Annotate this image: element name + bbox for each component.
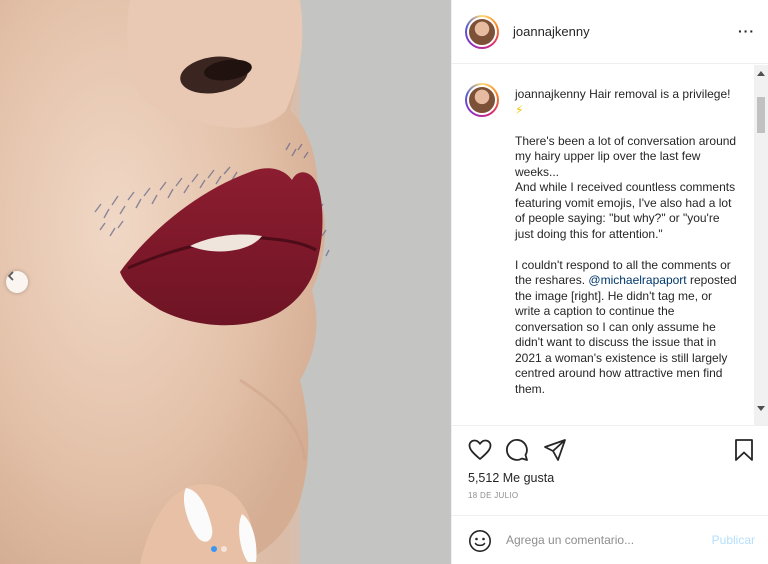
post-details-panel: joannajkenny ··· joannajkenny Hair remov… (451, 0, 768, 564)
emoji-button[interactable] (468, 529, 492, 558)
post-photo[interactable] (0, 0, 451, 564)
chevron-left-icon (8, 271, 14, 281)
caption-paragraph-2: And while I received countless comments … (515, 180, 736, 241)
scroll-thumb[interactable] (757, 97, 765, 133)
emoji-icon (469, 530, 491, 552)
caption-paragraph-3-end: reposted the image [right]. He didn't ta… (515, 273, 737, 396)
post-header: joannajkenny ··· (452, 0, 768, 64)
bookmark-icon (735, 439, 753, 461)
lightning-icon: ⚡ (515, 102, 524, 117)
caption-first-line: joannajkenny Hair removal is a privilege… (515, 87, 737, 118)
caption-title: Hair removal is a privilege! (589, 87, 731, 101)
comment-icon (506, 439, 528, 461)
mention-link[interactable]: @michaelrapaport (588, 273, 686, 287)
carousel-dot-2 (221, 546, 227, 552)
carousel-previous-button[interactable] (6, 271, 28, 293)
caption-paragraph: And while I received countless comments … (515, 180, 737, 242)
caption-avatar[interactable] (465, 83, 499, 117)
caption-scrollbar[interactable] (754, 65, 768, 425)
caption-paragraph-1: There's been a lot of conversation aroun… (515, 133, 737, 179)
caption-username[interactable]: joannajkenny (515, 87, 586, 101)
scroll-down-arrow[interactable] (757, 406, 765, 411)
lip-closeup-image (0, 0, 451, 564)
save-button[interactable] (734, 438, 754, 467)
likes-count[interactable]: 5,512 Me gusta (468, 471, 554, 485)
post-date[interactable]: 18 DE JULIO (468, 491, 518, 500)
more-options-button[interactable]: ··· (738, 23, 755, 39)
carousel-dot-1 (211, 546, 217, 552)
comment-button[interactable] (505, 438, 529, 467)
header-username[interactable]: joannajkenny (513, 24, 590, 39)
caption-paragraph: There's been a lot of conversation aroun… (515, 134, 737, 181)
share-icon (544, 439, 566, 461)
caption-paragraph: I couldn't respond to all the comments o… (515, 258, 737, 398)
heart-icon (468, 439, 492, 460)
avatar[interactable] (465, 14, 499, 49)
scroll-up-arrow[interactable] (757, 71, 765, 76)
publish-button[interactable]: Publicar (712, 533, 755, 547)
caption-area: joannajkenny Hair removal is a privilege… (452, 65, 768, 425)
like-button[interactable] (468, 439, 492, 466)
comment-input[interactable] (506, 530, 686, 550)
carousel-indicator (211, 546, 227, 552)
caption-text: joannajkenny Hair removal is a privilege… (515, 87, 737, 413)
avatar-image (467, 85, 497, 115)
post-actions: 5,512 Me gusta 18 DE JULIO (452, 425, 768, 515)
avatar-image (467, 16, 497, 47)
comment-bar: Publicar (452, 515, 768, 564)
share-button[interactable] (543, 438, 567, 467)
